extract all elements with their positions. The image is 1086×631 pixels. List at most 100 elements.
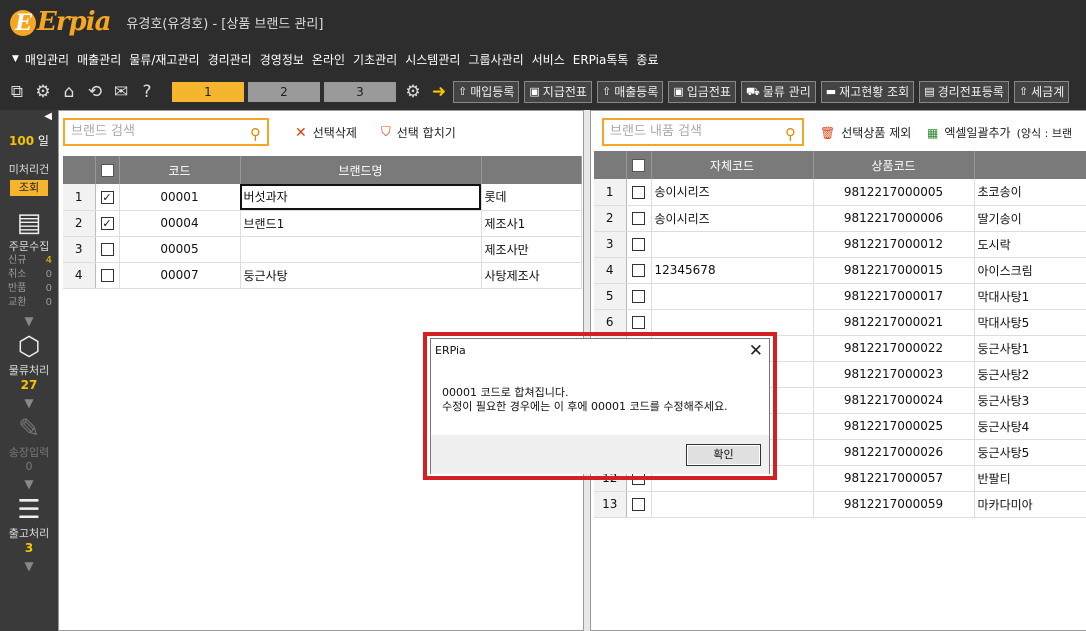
maker-cell[interactable]: 제조사만 (481, 236, 582, 263)
menu-item-management-info[interactable]: 경영정보 (260, 51, 304, 68)
brand-code-cell[interactable]: 00004 (119, 210, 241, 237)
menu-item-basic[interactable]: 기초관리 (353, 51, 397, 68)
order-collect-label[interactable]: 주문수집 (0, 238, 58, 254)
table-row[interactable]: 1 ✓ 00001 버섯과자 롯데 (63, 184, 582, 211)
product-code-cell[interactable]: 9812217000026 (813, 439, 975, 466)
brand-name-cell[interactable] (240, 236, 482, 263)
product-code-cell[interactable]: 9812217000006 (813, 205, 975, 232)
excel-bulk-add-button[interactable]: ▦ 엑셀일괄추가 (양식 : 브랜 (927, 124, 1072, 141)
own-code-cell[interactable] (651, 283, 814, 310)
page-tab-3[interactable]: 3 (324, 82, 396, 102)
hierarchy-icon[interactable]: ⧉ (8, 82, 26, 102)
brand-items-search-input[interactable]: 브랜드 내품 검색 ⚲ (602, 118, 804, 146)
col-product-code[interactable]: 상품코드 (813, 151, 975, 179)
exclude-selected-button[interactable]: 🗑 선택상품 제외 (820, 124, 911, 141)
product-name-cell[interactable]: 둥근사탕3 (974, 387, 1086, 414)
brand-code-cell[interactable]: 00005 (119, 236, 241, 263)
row-checkbox[interactable] (626, 231, 652, 258)
product-name-cell[interactable]: 막대사탕1 (974, 283, 1086, 310)
ok-button[interactable]: 확인 (686, 444, 761, 466)
product-code-cell[interactable]: 9812217000024 (813, 387, 975, 414)
menu-item-purchase[interactable]: 매입관리 (25, 51, 69, 68)
table-row[interactable]: 4 00007 둥근사탕 사탕제조사 (63, 262, 582, 289)
table-row[interactable]: 1 송이시리즈 9812217000005 초코송이 (594, 179, 1086, 206)
merge-selected-button[interactable]: ⛉ 선택 합치기 (381, 124, 456, 141)
col-code[interactable]: 코드 (119, 156, 241, 184)
row-checkbox[interactable] (95, 262, 120, 289)
shipping-checklist-icon[interactable]: ☰ (0, 495, 58, 525)
brand-name-cell[interactable]: 버섯과자 (240, 184, 482, 211)
delete-selected-button[interactable]: ✕ 선택삭제 (295, 124, 357, 141)
table-row[interactable]: 3 9812217000012 도시락 (594, 231, 1086, 258)
table-row[interactable]: 5 9812217000017 막대사탕1 (594, 283, 1086, 310)
menu-item-exit[interactable]: 종료 (636, 51, 658, 68)
row-checkbox[interactable] (626, 205, 652, 232)
table-row[interactable]: 13 9812217000059 마카다미아 (594, 491, 1086, 518)
brand-code-cell[interactable]: 00007 (119, 262, 241, 289)
menu-item-service[interactable]: 서비스 (532, 51, 565, 68)
col-own-code[interactable]: 자체코드 (651, 151, 814, 179)
row-checkbox[interactable] (626, 491, 652, 518)
product-name-cell[interactable]: 막대사탕5 (974, 309, 1086, 336)
sales-register-button[interactable]: ⇧ 매출등록 (596, 81, 664, 103)
own-code-cell[interactable]: 송이시리즈 (651, 205, 814, 232)
row-checkbox[interactable]: ✓ (95, 210, 120, 237)
table-row[interactable]: 2 ✓ 00004 브랜드1 제조사1 (63, 210, 582, 237)
tax-invoice-button[interactable]: ⇧ 세금계 (1013, 81, 1070, 103)
brand-name-cell[interactable]: 둥근사탕 (240, 262, 482, 289)
product-name-cell[interactable]: 둥근사탕4 (974, 413, 1086, 440)
page-tab-2[interactable]: 2 (248, 82, 320, 102)
count-new[interactable]: 신규 4 (0, 254, 58, 268)
row-checkbox[interactable] (626, 257, 652, 284)
product-code-cell[interactable]: 9812217000021 (813, 309, 975, 336)
product-name-cell[interactable]: 둥근사탕5 (974, 439, 1086, 466)
lookup-button[interactable]: 조회 (10, 180, 48, 196)
menu-item-erpia-talk[interactable]: ERPia톡톡 (573, 51, 629, 68)
select-all-checkbox[interactable] (626, 151, 652, 179)
menu-item-accounting[interactable]: 경리관리 (208, 51, 252, 68)
logistics-manage-button[interactable]: ⛟ 물류 관리 (740, 81, 816, 103)
menu-item-sales[interactable]: 매출관리 (77, 51, 121, 68)
product-code-cell[interactable]: 9812217000012 (813, 231, 975, 258)
shipping-label[interactable]: 출고처리 (0, 525, 58, 541)
product-code-cell[interactable]: 9812217000023 (813, 361, 975, 388)
count-return[interactable]: 반품 0 (0, 282, 58, 296)
product-name-cell[interactable]: 딸기송이 (974, 205, 1086, 232)
col-extra[interactable] (481, 156, 582, 184)
menu-item-system[interactable]: 시스템관리 (405, 51, 460, 68)
collapse-left-icon[interactable]: ◀ (0, 110, 58, 124)
product-name-cell[interactable]: 둥근사탕2 (974, 361, 1086, 388)
col-product-name[interactable] (974, 151, 1086, 179)
logistics-box-icon[interactable]: ⬡ (0, 332, 58, 362)
table-row[interactable]: 2 송이시리즈 9812217000006 딸기송이 (594, 205, 1086, 232)
help-icon[interactable]: ? (138, 82, 156, 102)
home-icon[interactable]: ⌂ (60, 82, 78, 102)
product-name-cell[interactable]: 둥근사탕1 (974, 335, 1086, 362)
inventory-view-button[interactable]: ▬ 재고현황 조회 (820, 81, 915, 103)
product-code-cell[interactable]: 9812217000025 (813, 413, 975, 440)
search-icon[interactable]: ⚲ (250, 122, 261, 146)
own-code-cell[interactable]: 12345678 (651, 257, 814, 284)
page-tab-1[interactable]: 1 (172, 82, 244, 102)
select-all-checkbox[interactable] (95, 156, 120, 184)
mail-icon[interactable]: ✉ (112, 82, 130, 102)
maker-cell[interactable]: 제조사1 (481, 210, 582, 237)
refresh-icon[interactable]: ⟲ (86, 82, 104, 102)
table-row[interactable]: 3 00005 제조사만 (63, 236, 582, 263)
logistics-label[interactable]: 물류처리 (0, 362, 58, 378)
product-name-cell[interactable]: 마카다미아 (974, 491, 1086, 518)
product-name-cell[interactable]: 도시락 (974, 231, 1086, 258)
product-name-cell[interactable]: 반팔티 (974, 465, 1086, 492)
brand-code-cell[interactable]: 00001 (119, 184, 241, 211)
gear-icon[interactable]: ⚙ (34, 82, 52, 102)
row-checkbox[interactable] (626, 179, 652, 206)
accounting-slip-button[interactable]: ▤ 경리전표등록 (919, 81, 1009, 103)
brand-name-cell[interactable]: 브랜드1 (240, 210, 482, 237)
invoice-label[interactable]: 송장입력 (0, 444, 58, 460)
invoice-edit-icon[interactable]: ✎ (0, 414, 58, 444)
table-row[interactable]: 4 12345678 9812217000015 아이스크림 (594, 257, 1086, 284)
count-cancel[interactable]: 취소 0 (0, 268, 58, 282)
menu-item-logistics[interactable]: 물류/재고관리 (129, 51, 199, 68)
settings-gear-icon[interactable]: ⚙ (404, 82, 422, 102)
count-exchange[interactable]: 교환 0 (0, 296, 58, 310)
